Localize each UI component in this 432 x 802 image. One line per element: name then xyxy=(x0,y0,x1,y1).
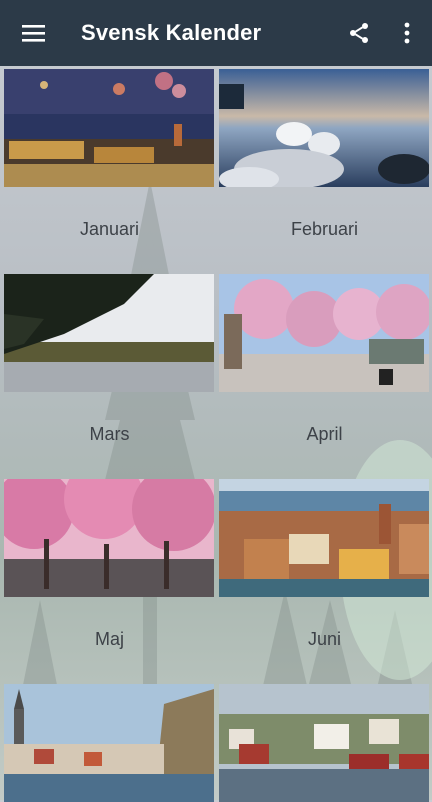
month-label: Januari xyxy=(79,219,140,239)
month-image-februari xyxy=(219,69,429,187)
month-label: Juni xyxy=(307,629,342,649)
month-card-februari[interactable]: Februari xyxy=(219,69,430,239)
month-label: April xyxy=(306,424,343,444)
app-title: Svensk Kalender xyxy=(81,20,262,45)
app-bar: Svensk Kalender xyxy=(0,0,432,66)
month-image-mars xyxy=(4,274,214,392)
month-card-januari[interactable]: Januari xyxy=(4,69,215,239)
month-image-7 xyxy=(4,684,214,802)
hamburger-menu-icon xyxy=(22,25,45,42)
month-card-8[interactable] xyxy=(219,684,430,802)
month-label: Februari xyxy=(290,219,359,239)
month-label: Maj xyxy=(94,629,124,649)
menu-button[interactable] xyxy=(17,16,51,50)
month-card-mars[interactable]: Mars xyxy=(4,274,215,444)
overflow-menu-button[interactable] xyxy=(390,16,424,50)
month-image-8 xyxy=(219,684,429,802)
month-card-7[interactable] xyxy=(4,684,215,802)
month-card-juni[interactable]: Juni xyxy=(219,479,430,649)
month-grid: Januari Februari Mars April Maj Juni xyxy=(0,66,432,802)
more-vert-icon xyxy=(404,22,410,44)
month-image-april xyxy=(219,274,429,392)
share-button[interactable] xyxy=(342,16,376,50)
month-label: Mars xyxy=(89,424,130,444)
month-image-maj xyxy=(4,479,214,597)
month-image-januari xyxy=(4,69,214,187)
month-card-april[interactable]: April xyxy=(219,274,430,444)
month-card-maj[interactable]: Maj xyxy=(4,479,215,649)
share-icon xyxy=(350,23,368,43)
month-image-juni xyxy=(219,479,429,597)
